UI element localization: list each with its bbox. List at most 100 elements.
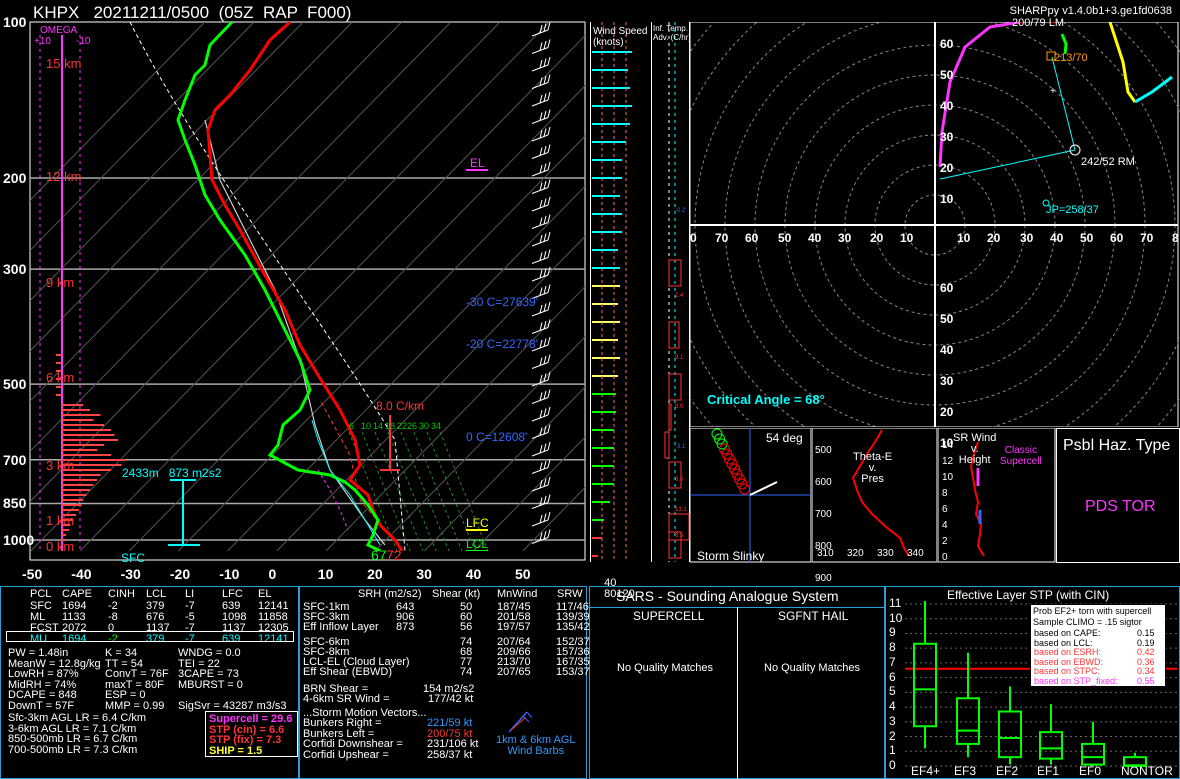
hodo-axis-label: 0 xyxy=(690,231,697,245)
inf-temp-value: -0.2 xyxy=(675,208,686,214)
inf-temp-value: 6.0 xyxy=(675,477,684,483)
hazard-title: Psbl Haz. Type xyxy=(1063,437,1171,454)
eff-inflow-label: 2433m 873 m2s2 xyxy=(122,466,222,480)
motion-value: 258/37 kt xyxy=(427,748,473,761)
stp-y-tick: 8 xyxy=(889,640,896,655)
index-value: SigSvr = 43287 m3/s3 xyxy=(178,699,287,712)
lfc-label: LFC xyxy=(466,516,489,530)
hodo-mean-label: 213/70 xyxy=(1054,52,1088,64)
lcl-label: LCL xyxy=(466,537,489,551)
hazard-value: PDS TOR xyxy=(1085,498,1156,515)
storm-slinky xyxy=(690,428,812,563)
srwind-title: SR Wind v. Height xyxy=(953,432,997,466)
stp-legend-value: 0.34 xyxy=(1137,666,1155,676)
temp-label: 40 xyxy=(465,566,482,582)
height-label: 15 km xyxy=(46,56,82,71)
stp-y-tick: 1 xyxy=(889,743,896,758)
theta-y-tick: 500 xyxy=(815,445,832,456)
theta-x-tick: 340 xyxy=(907,548,924,559)
mix-ratio-label: 18 xyxy=(385,421,396,431)
theta-y-tick: 600 xyxy=(815,477,832,488)
isotherm-label: -20 C=22778' xyxy=(466,337,539,351)
theta-e-title: Theta-E v. Pres xyxy=(853,451,893,485)
stp-y-tick: 0 xyxy=(889,758,896,772)
el-label: EL xyxy=(470,156,485,170)
temp-label: 10 xyxy=(317,566,334,582)
stp-box-EF0 xyxy=(1081,721,1105,766)
parcel-header: LFC xyxy=(222,588,243,600)
stp-legend-value: 0.15 xyxy=(1137,628,1155,638)
hodo-axis-label: 8 xyxy=(1172,231,1179,245)
temp-label: -20 xyxy=(169,566,191,582)
temp-label: -40 xyxy=(71,566,92,582)
temp-label: -50 xyxy=(22,566,43,582)
stp-y-tick: 9 xyxy=(889,625,896,640)
hodo-ring-label: 50 xyxy=(940,312,954,326)
hodo-ring-label: 60 xyxy=(940,281,954,295)
temp-label: 50 xyxy=(515,566,531,582)
theta-y-tick: 900 xyxy=(815,573,832,584)
height-label: 9 km xyxy=(46,275,75,290)
kinematic-cell: Eff Shear (EBWD) xyxy=(303,666,393,678)
hodo-axis-label: 70 xyxy=(715,231,729,245)
parcel-header: PCL xyxy=(30,588,52,600)
inf-temp-value: 3.5 xyxy=(675,533,684,539)
hodo-ring-label: 30 xyxy=(940,374,954,388)
stp-x-tick: EF3 xyxy=(954,764,977,778)
composite-index: SHIP = 1.5 xyxy=(209,744,263,757)
stp-legend-title: Prob EF2+ torn with supercell xyxy=(1033,606,1152,616)
hodo-ring-label: 30 xyxy=(940,130,954,144)
sars-supercell: SUPERCELL xyxy=(633,609,705,623)
kinematic-header: MnWind xyxy=(497,588,538,600)
height-label: 12 km xyxy=(46,169,82,184)
temp-label: 0 xyxy=(268,566,277,582)
kinematic-cell: Eff Inflow Layer xyxy=(303,621,379,633)
slinky-deg: 54 deg xyxy=(766,431,803,445)
stp-y-tick: 4 xyxy=(889,699,896,714)
theta-x-tick: 310 xyxy=(817,548,834,559)
mu-row-highlight xyxy=(6,631,294,642)
hodo-jp-label: JP=258/37 xyxy=(1046,204,1099,216)
omega-minus-label: -10 xyxy=(76,36,91,47)
temp-label: -30 xyxy=(120,566,141,582)
sars-sgfnt-hail: SGFNT HAIL xyxy=(778,609,849,623)
hodo-ring-label: 50 xyxy=(940,68,954,82)
stp-x-tick: EF4+ xyxy=(911,764,941,778)
kinematic-header: Shear (kt) xyxy=(432,588,481,600)
omega-label: OMEGA xyxy=(40,25,78,36)
height-label: 6 km xyxy=(46,370,75,385)
stp-y-tick: 7 xyxy=(889,654,896,669)
stp-box-EF2 xyxy=(998,686,1022,765)
inf-temp-value: 13.1 xyxy=(675,507,687,513)
srwind-y-tick: 6 xyxy=(942,504,948,515)
hodo-ring-label: 40 xyxy=(940,343,954,357)
parcel-header: LCL xyxy=(146,588,167,600)
srwind-y-tick: 0 xyxy=(942,552,948,563)
index-value: MMP = 0.99 xyxy=(105,699,165,712)
srwind-classic: Classic Supercell xyxy=(1000,445,1042,467)
theta-x-tick: 320 xyxy=(847,548,864,559)
lapse-rate: 700-500mb LR = 7.3 C/km xyxy=(8,743,138,756)
stp-legend-label: based on ESRH: xyxy=(1034,647,1102,657)
slinky-title: Storm Slinky xyxy=(697,549,765,563)
hodo-ring-label: 20 xyxy=(940,161,954,175)
stp-legend-label: based on STP_fixed: xyxy=(1034,675,1118,686)
hodo-axis-label: 70 xyxy=(1140,231,1154,245)
srwind-y-tick: 14 xyxy=(942,440,954,451)
sr-wind-value: 177/42 kt xyxy=(428,693,474,705)
wind-speed-bars xyxy=(592,22,632,562)
mix-ratio-label: 22 xyxy=(397,421,408,431)
stp-y-tick: 10 xyxy=(889,610,903,625)
wind-barbs-label: 1km & 6km AGL Wind Barbs xyxy=(496,734,576,757)
stp-y-tick: 6 xyxy=(889,669,896,684)
theta-x-tick: 330 xyxy=(877,548,894,559)
hodo-axis-label: 10 xyxy=(900,231,914,245)
height-label: 0 km xyxy=(46,539,75,554)
hodo-axis-label: 60 xyxy=(745,231,759,245)
theta-y-tick: 700 xyxy=(815,509,832,520)
parcel-header: CAPE xyxy=(62,588,92,600)
kinematic-header: SRH (m2/s2) xyxy=(358,588,422,600)
hazard-panel: Psbl Haz. Type PDS TOR xyxy=(1056,428,1180,563)
kinematic-cell: 197/57 xyxy=(497,621,531,633)
kinematic-cell: 135/42 xyxy=(556,621,590,633)
